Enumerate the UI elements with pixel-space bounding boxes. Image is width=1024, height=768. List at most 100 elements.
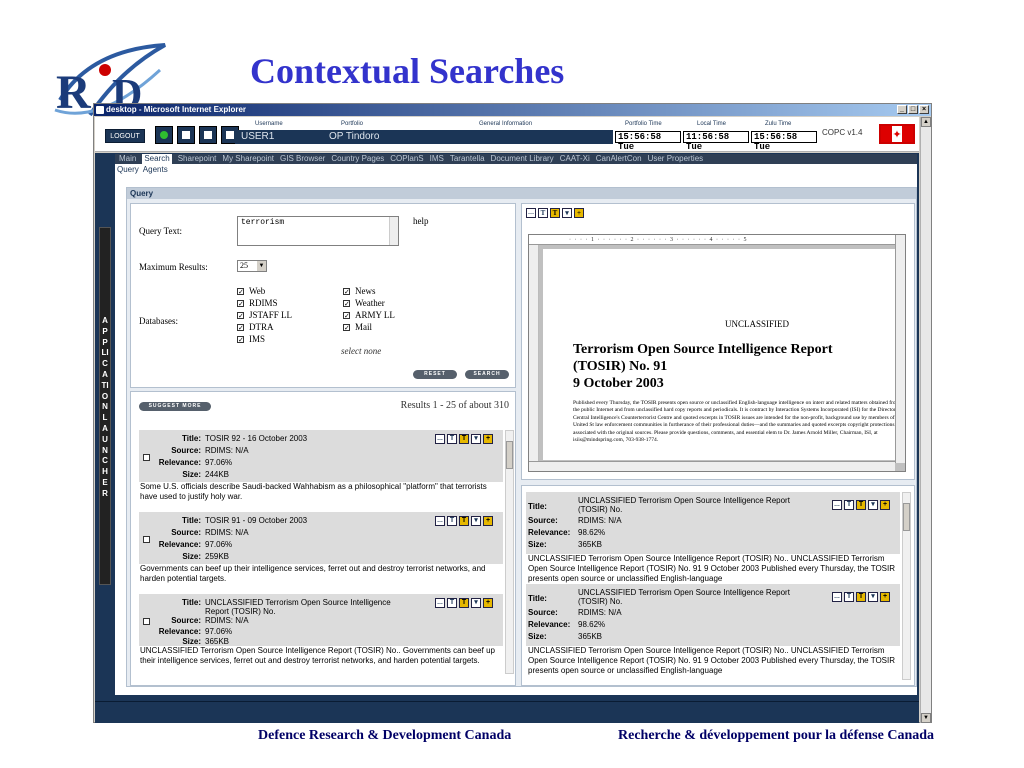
dropdown-icon[interactable]: ▾ bbox=[471, 598, 481, 608]
query-text-scrollbar[interactable] bbox=[389, 217, 398, 245]
document-vertical-scrollbar[interactable] bbox=[895, 235, 905, 463]
text-icon[interactable]: T bbox=[844, 592, 854, 602]
text-icon[interactable]: T bbox=[844, 500, 854, 510]
db-ims-checkbox[interactable]: ✓ IMS bbox=[237, 334, 265, 344]
result-title[interactable]: TOSIR 91 - 09 October 2003 bbox=[205, 516, 405, 525]
db-news-checkbox[interactable]: ✓ News bbox=[343, 286, 376, 296]
minimize-button[interactable]: _ bbox=[897, 105, 907, 114]
translate-icon[interactable]: T bbox=[550, 208, 560, 218]
application-launcher[interactable]: APPLICATION LAUNCHER bbox=[99, 227, 111, 585]
scroll-down-button[interactable]: ▼ bbox=[921, 713, 931, 723]
translate-icon[interactable]: T bbox=[856, 500, 866, 510]
translate-icon[interactable]: T bbox=[459, 434, 469, 444]
tab-document-library[interactable]: Document Library bbox=[491, 154, 554, 164]
query-text-input[interactable]: terrorism bbox=[237, 216, 399, 246]
tab-canalertcon[interactable]: CanAlertCon bbox=[596, 154, 642, 164]
related-title[interactable]: UNCLASSIFIED Terrorism Open Source Intel… bbox=[578, 496, 818, 514]
search-button[interactable]: SEARCH bbox=[465, 370, 509, 379]
more-icon[interactable]: … bbox=[435, 598, 445, 608]
scroll-up-button[interactable]: ▲ bbox=[921, 117, 931, 127]
more-icon[interactable]: … bbox=[435, 516, 445, 526]
related-item[interactable]: Title: UNCLASSIFIED Terrorism Open Source… bbox=[526, 584, 900, 676]
result-meta: Title: UNCLASSIFIED Terrorism Open Source… bbox=[139, 594, 503, 646]
db-weather-checkbox[interactable]: ✓ Weather bbox=[343, 298, 385, 308]
tab-country-pages[interactable]: Country Pages bbox=[331, 154, 384, 164]
add-icon[interactable]: + bbox=[483, 598, 493, 608]
more-icon[interactable]: … bbox=[435, 434, 445, 444]
add-icon[interactable]: + bbox=[483, 516, 493, 526]
document-horizontal-scrollbar[interactable] bbox=[529, 461, 895, 471]
status-icon[interactable] bbox=[155, 126, 173, 144]
results-scrollbar[interactable] bbox=[505, 430, 514, 674]
add-icon[interactable]: + bbox=[574, 208, 584, 218]
dropdown-icon[interactable]: ▾ bbox=[562, 208, 572, 218]
reset-button[interactable]: RESET bbox=[413, 370, 457, 379]
text-icon[interactable]: T bbox=[447, 434, 457, 444]
tab-ims[interactable]: IMS bbox=[430, 154, 444, 164]
more-icon[interactable]: … bbox=[832, 500, 842, 510]
window-controls: _ □ × bbox=[897, 105, 929, 114]
result-item[interactable]: Title: UNCLASSIFIED Terrorism Open Source… bbox=[139, 594, 503, 674]
scrollbar-thumb[interactable] bbox=[506, 441, 513, 469]
dropdown-icon[interactable]: ▾ bbox=[868, 500, 878, 510]
text-icon[interactable]: T bbox=[538, 208, 548, 218]
results-list: Title: TOSIR 92 - 16 October 2003 Source:… bbox=[139, 430, 503, 674]
result-title[interactable]: UNCLASSIFIED Terrorism Open Source Intel… bbox=[205, 598, 405, 616]
tab-tarantella[interactable]: Tarantella bbox=[450, 154, 485, 164]
db-mail-checkbox[interactable]: ✓ Mail bbox=[343, 322, 372, 332]
more-icon[interactable]: … bbox=[832, 592, 842, 602]
dropdown-icon[interactable]: ▾ bbox=[471, 434, 481, 444]
related-scrollbar[interactable] bbox=[902, 492, 911, 680]
checkbox-checked-icon: ✓ bbox=[343, 324, 350, 333]
text-icon[interactable]: T bbox=[447, 516, 457, 526]
result-item[interactable]: Title: TOSIR 92 - 16 October 2003 Source:… bbox=[139, 430, 503, 512]
logout-button[interactable]: LOGOUT bbox=[105, 129, 145, 143]
result-item[interactable]: Title: TOSIR 91 - 09 October 2003 Source:… bbox=[139, 512, 503, 594]
tab-user-properties[interactable]: User Properties bbox=[648, 154, 704, 164]
text-icon[interactable]: T bbox=[447, 598, 457, 608]
home-icon[interactable] bbox=[199, 126, 217, 144]
result-checkbox[interactable] bbox=[143, 536, 150, 543]
related-source: RDIMS: N/A bbox=[578, 608, 622, 617]
add-icon[interactable]: + bbox=[880, 500, 890, 510]
tab-sharepoint[interactable]: Sharepoint bbox=[178, 154, 217, 164]
db-dtra-checkbox[interactable]: ✓ DTRA bbox=[237, 322, 274, 332]
translate-icon[interactable]: T bbox=[459, 598, 469, 608]
result-title[interactable]: TOSIR 92 - 16 October 2003 bbox=[205, 434, 405, 443]
tab-gis-browser[interactable]: GIS Browser bbox=[280, 154, 325, 164]
add-icon[interactable]: + bbox=[880, 592, 890, 602]
help-link[interactable]: help bbox=[413, 216, 429, 226]
max-results-select[interactable]: 25 bbox=[237, 260, 267, 272]
maximize-button[interactable]: □ bbox=[908, 105, 918, 114]
db-rdims-checkbox[interactable]: ✓ RDIMS bbox=[237, 298, 278, 308]
add-icon[interactable]: + bbox=[483, 434, 493, 444]
more-icon[interactable]: … bbox=[526, 208, 536, 218]
version-label: COPC v1.4 bbox=[822, 128, 863, 137]
tab-my-sharepoint[interactable]: My Sharepoint bbox=[222, 154, 274, 164]
close-button[interactable]: × bbox=[919, 105, 929, 114]
db-web-checkbox[interactable]: ✓ Web bbox=[237, 286, 265, 296]
result-actions: … T T ▾ + bbox=[435, 598, 493, 608]
dropdown-icon[interactable]: ▾ bbox=[868, 592, 878, 602]
tab-caat-xi[interactable]: CAAT-Xi bbox=[560, 154, 590, 164]
related-item[interactable]: Title: UNCLASSIFIED Terrorism Open Source… bbox=[526, 492, 900, 584]
tab-coplans[interactable]: COPlanS bbox=[390, 154, 423, 164]
subtab-agents[interactable]: Agents bbox=[143, 164, 168, 175]
toolbar-icon-1[interactable] bbox=[177, 126, 195, 144]
translate-icon[interactable]: T bbox=[856, 592, 866, 602]
tab-search[interactable]: Search bbox=[142, 154, 172, 164]
result-checkbox[interactable] bbox=[143, 454, 150, 461]
result-checkbox[interactable] bbox=[143, 618, 150, 625]
svg-text:R: R bbox=[56, 66, 92, 119]
tab-main[interactable]: Main bbox=[119, 154, 136, 164]
scrollbar-thumb[interactable] bbox=[903, 503, 910, 531]
suggest-more-button[interactable]: SUGGEST MORE bbox=[139, 402, 211, 411]
related-title[interactable]: UNCLASSIFIED Terrorism Open Source Intel… bbox=[578, 588, 818, 606]
translate-icon[interactable]: T bbox=[459, 516, 469, 526]
subtab-query[interactable]: Query bbox=[117, 164, 139, 175]
select-none-link[interactable]: select none bbox=[341, 346, 381, 356]
dropdown-icon[interactable]: ▾ bbox=[471, 516, 481, 526]
window-scrollbar[interactable]: ▲ ▼ bbox=[920, 117, 931, 723]
db-army-checkbox[interactable]: ✓ ARMY LL bbox=[343, 310, 395, 320]
db-jstaff-checkbox[interactable]: ✓ JSTAFF LL bbox=[237, 310, 292, 320]
